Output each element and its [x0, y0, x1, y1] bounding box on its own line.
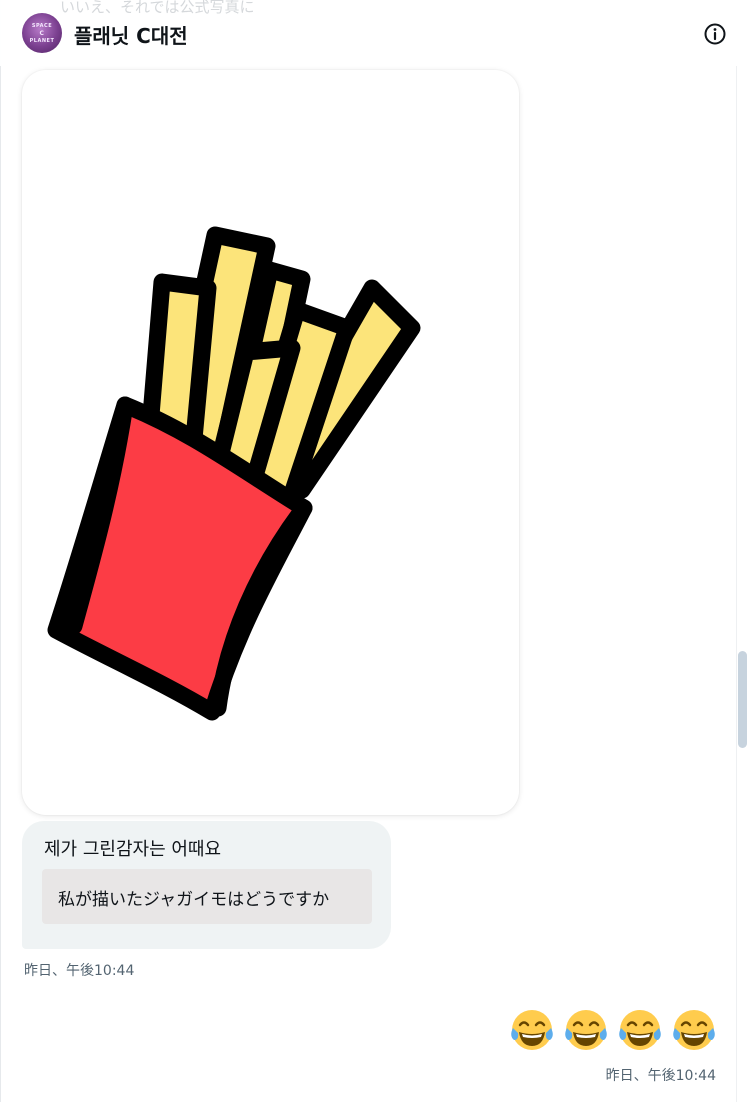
conversation-header: いいえ、それでは公式写真に SPACE C PLANET 플래닛 C대전	[0, 0, 736, 66]
message-bubble[interactable]: 제가 그린감자는 어때요 私が描いたジャガイモはどうですか	[22, 821, 391, 949]
avatar[interactable]: SPACE C PLANET	[22, 13, 62, 53]
translation-box: 私が描いたジャガイモはどうですか	[42, 869, 372, 924]
translation-text: 私が描いたジャガイモはどうですか	[58, 890, 330, 910]
french-fries-drawing	[47, 226, 421, 721]
info-button[interactable]	[703, 22, 727, 46]
face-with-tears-of-joy-icon	[673, 1010, 715, 1050]
face-with-tears-of-joy-icon	[619, 1010, 661, 1050]
divider	[0, 0, 1, 1102]
avatar-logo-text: PLANET	[29, 38, 55, 44]
avatar-logo-text: C	[39, 30, 45, 37]
info-icon	[704, 23, 726, 45]
face-with-tears-of-joy-icon	[511, 1010, 553, 1050]
avatar-logo-text: SPACE	[31, 23, 53, 29]
face-with-tears-of-joy-icon	[565, 1010, 607, 1050]
scrolled-message-text: いいえ、それでは公式写真に	[60, 0, 255, 16]
message-timestamp: 昨日、午後10:44	[605, 1068, 716, 1084]
message-text: 제가 그린감자는 어때요	[44, 839, 222, 860]
dm-conversation: いいえ、それでは公式写真に SPACE C PLANET 플래닛 C대전 제가 …	[0, 0, 752, 1102]
emoji-message[interactable]	[508, 1006, 718, 1058]
message-timestamp: 昨日、午後10:44	[24, 963, 135, 979]
image-message[interactable]	[22, 70, 519, 815]
conversation-title[interactable]: 플래닛 C대전	[74, 20, 188, 49]
scrollbar-track[interactable]	[736, 66, 752, 1102]
scrollbar-thumb[interactable]	[738, 651, 747, 748]
